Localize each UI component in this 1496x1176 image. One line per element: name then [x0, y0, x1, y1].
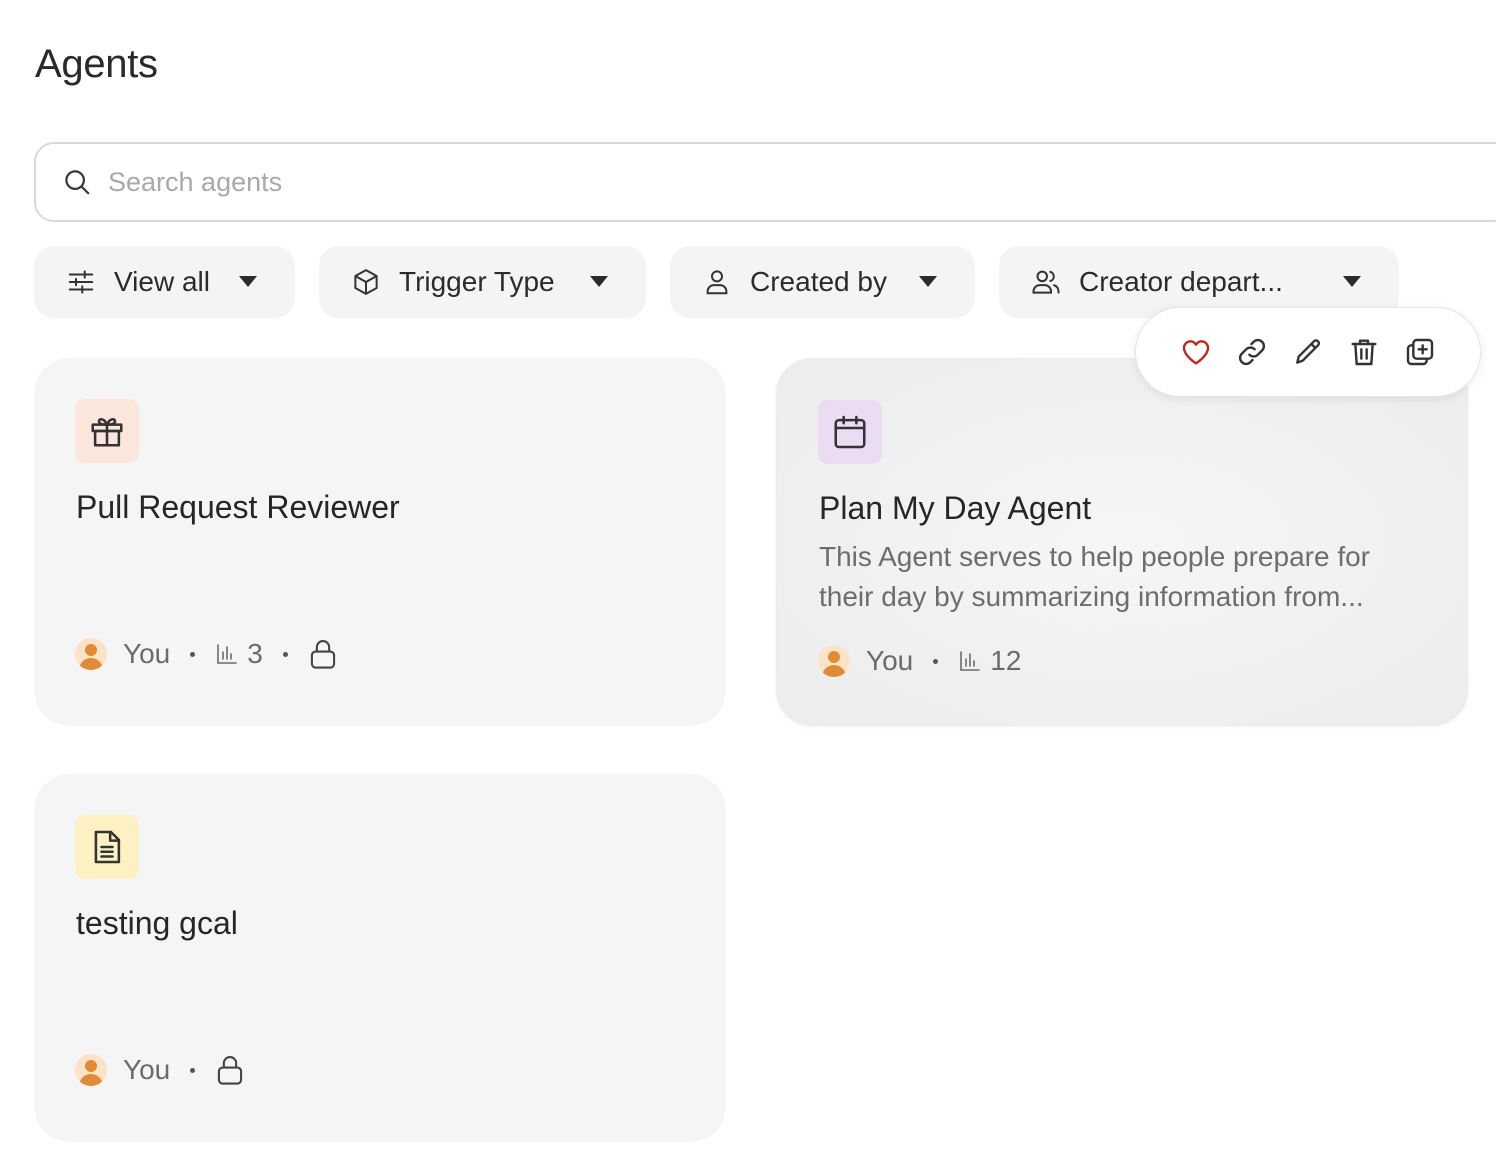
agent-description: This Agent serves to help people prepare… — [819, 541, 1371, 612]
page-title: Agents — [35, 42, 158, 86]
user-icon — [706, 270, 728, 295]
agent-badge — [75, 399, 139, 463]
agent-title: Pull Request Reviewer — [76, 489, 400, 525]
agent-badge — [75, 815, 139, 879]
chevron-down-icon — [590, 276, 608, 287]
creator-name: You — [123, 638, 171, 669]
bar-chart-icon — [217, 644, 238, 664]
agent-card-testing-gcal[interactable]: testing gcal You — [34, 774, 726, 1142]
lock-icon — [310, 640, 335, 669]
heart-icon — [1182, 340, 1210, 365]
search-bar[interactable] — [34, 142, 1496, 222]
filter-label: Trigger Type — [399, 266, 555, 297]
bar-chart-icon — [960, 651, 981, 671]
filter-label: Created by — [750, 266, 887, 297]
calendar-icon — [834, 415, 866, 449]
agent-meta: You — [75, 1054, 245, 1086]
users-icon — [1032, 270, 1060, 294]
duplicate-icon — [1406, 338, 1434, 366]
separator-dot — [190, 1067, 196, 1073]
agent-card-plan-my-day[interactable]: Plan My Day Agent This Agent serves to h… — [776, 358, 1468, 726]
filter-label: Creator depart... — [1079, 266, 1283, 297]
sliders-icon — [68, 270, 94, 294]
trash-icon — [1351, 339, 1377, 366]
delete-button[interactable] — [1348, 336, 1380, 368]
search-icon — [65, 170, 90, 195]
filter-created-by[interactable]: Created by — [670, 246, 975, 318]
chevron-down-icon — [1343, 276, 1361, 287]
agent-title: testing gcal — [76, 905, 238, 941]
edit-button[interactable] — [1292, 336, 1324, 368]
pencil-icon — [1296, 339, 1321, 364]
copy-link-button[interactable] — [1236, 336, 1268, 368]
separator-dot — [282, 651, 288, 657]
lock-icon — [218, 1056, 243, 1085]
separator-dot — [190, 651, 196, 657]
separator-dot — [933, 658, 939, 664]
agent-badge — [818, 400, 882, 464]
agent-title: Plan My Day Agent — [819, 490, 1092, 526]
avatar — [818, 645, 850, 677]
avatar — [75, 1054, 107, 1086]
filter-view-all[interactable]: View all — [34, 246, 295, 318]
cube-icon — [354, 269, 378, 295]
creator-name: You — [866, 645, 914, 676]
run-count: 3 — [247, 638, 263, 669]
chevron-down-icon — [239, 276, 257, 287]
document-icon — [94, 830, 121, 864]
favorite-button[interactable] — [1180, 336, 1212, 368]
agent-meta: You 12 — [818, 645, 1021, 677]
agent-meta: You 3 — [75, 638, 338, 670]
run-count: 12 — [990, 645, 1022, 676]
agent-card-pull-request-reviewer[interactable]: Pull Request Reviewer You 3 — [34, 358, 726, 726]
duplicate-button[interactable] — [1404, 336, 1436, 368]
filter-label: View all — [114, 266, 210, 297]
search-input[interactable] — [108, 166, 1008, 198]
filter-trigger-type[interactable]: Trigger Type — [319, 246, 646, 318]
creator-name: You — [123, 1054, 171, 1085]
chevron-down-icon — [919, 276, 937, 287]
gift-icon — [91, 418, 123, 447]
link-icon — [1238, 338, 1266, 366]
card-action-bar — [1135, 307, 1481, 397]
avatar — [75, 638, 107, 670]
